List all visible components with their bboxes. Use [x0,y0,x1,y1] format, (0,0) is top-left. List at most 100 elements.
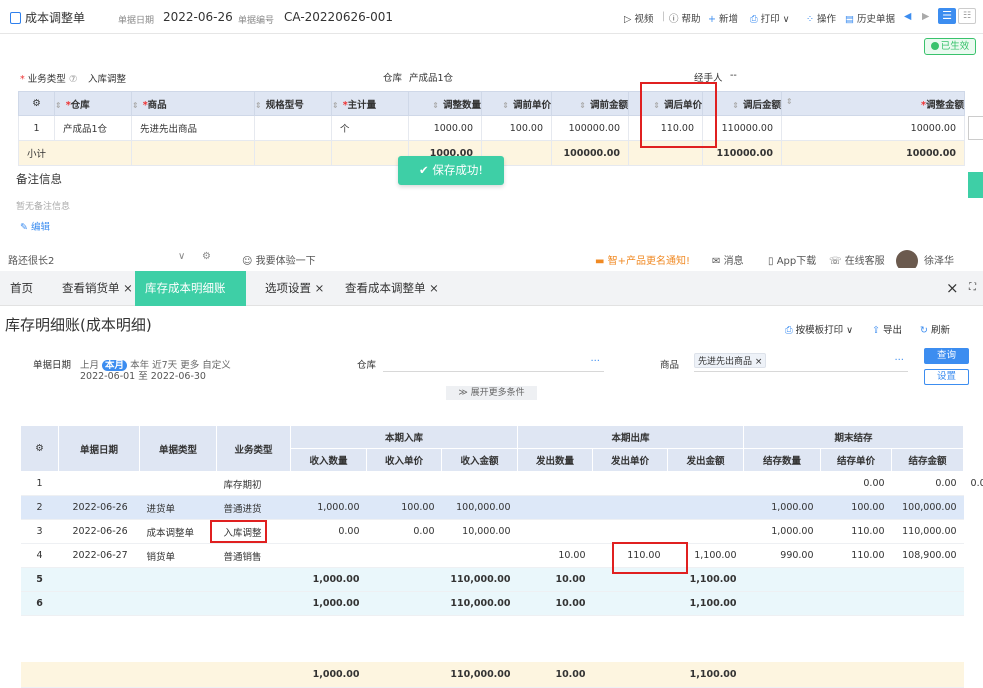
side-tab[interactable] [968,116,983,140]
warehouse-select[interactable]: ··· [383,354,604,372]
settings-gear-icon[interactable]: ⚙ [18,91,55,116]
edit-link[interactable]: ✎ 编辑 [20,219,50,233]
next-icon[interactable]: ▶ [922,11,929,22]
notice-link[interactable]: ▬ 智+产品更名通知! [595,252,690,267]
total-cell-in-amount: 110,000.00 [441,661,518,688]
col-spec[interactable]: ⇕ 规格型号 [254,91,332,116]
col-before-price[interactable]: ⇕ 调前单价 [481,91,552,116]
col-out-amount[interactable]: 发出金额 [667,448,745,472]
user-name[interactable]: 徐泽华 [924,252,954,267]
edit-icon: ✎ [20,222,28,233]
avatar[interactable] [896,250,918,268]
service-link[interactable]: ☏ 在线客服 [829,252,885,267]
col-biz-type[interactable]: 业务类型 [216,425,291,472]
more-icon[interactable]: ··· [894,355,904,366]
date-label: 单据日期 [118,16,155,26]
cell-biz-type: 普通进货 [216,495,291,520]
document-icon [10,12,21,24]
expand-button[interactable]: ≫ 展开更多条件 [446,386,537,400]
close-icon[interactable]: × [755,357,763,367]
table-row[interactable]: 5 1,000.00 110,000.00 10.00 1,100.00 [20,567,964,592]
col-warehouse[interactable]: ⇕ *仓库 [54,91,132,116]
cell-in-amount: 10,000.00 [441,519,518,544]
tab-home[interactable]: 首页 [0,271,43,306]
add-button[interactable]: + 新增 [708,11,738,25]
col-in-qty[interactable]: 收入数量 [290,448,367,472]
table-row[interactable]: 1库存期初0.000.000.00 [20,471,983,496]
tab-cost-adjust[interactable]: 查看成本调整单 × [335,271,449,306]
total-row: 1,000.00 110,000.00 10.00 1,100.00 [20,661,964,688]
refresh-button[interactable]: ↻ 刷新 [920,322,950,336]
cell-product[interactable]: 先进先出商品 [131,115,255,141]
help-button[interactable]: ⓘ 帮助 [669,11,701,25]
row-index: 5 [20,567,59,592]
settings-gear-icon[interactable]: ⚙ [20,425,59,472]
template-print-button[interactable]: ⎙ 按模板打印 ∨ [785,322,853,336]
cell-in-amount [441,471,518,496]
fullscreen-icon[interactable]: ⛶ [969,282,976,293]
settings-button[interactable]: 设置 [924,369,969,385]
col-bal-amount[interactable]: 结存金额 [891,448,965,472]
tab-cost-ledger[interactable]: 库存成本明细账 × [135,271,246,330]
cell-bal-price: 0.00 [820,471,892,496]
message-link[interactable]: ✉ 消息 [712,252,744,267]
close-icon[interactable]: × [315,281,325,295]
col-product[interactable]: ⇕ *商品 [131,91,255,116]
product-select[interactable]: 先进先出商品 × ··· [694,352,908,372]
date-range[interactable]: 2022-06-01 至 2022-06-30 [80,368,206,382]
operate-button[interactable]: ⁘ 操作 [806,11,836,25]
success-toast: ✔ 保存成功! [398,156,504,185]
quick-custom[interactable]: 自定义 [202,360,231,371]
bell-icon: ▬ [595,256,605,267]
experience-link[interactable]: ☺ 我要体验一下 [242,252,316,267]
col-bal-price[interactable]: 结存单价 [820,448,893,472]
export-button[interactable]: ⇪ 导出 [872,322,902,336]
col-out-price[interactable]: 发出单价 [592,448,669,472]
table-row[interactable]: 6 1,000.00 110,000.00 10.00 1,100.00 [20,591,964,616]
col-out-qty[interactable]: 发出数量 [517,448,594,472]
col-date[interactable]: 单据日期 [58,425,140,472]
printer-icon: ⎙ [750,14,758,25]
row-index: 1 [20,471,59,496]
cell-qty: 1000.00 [408,115,482,141]
video-button[interactable]: ▷ 视频 [624,11,653,25]
print-button[interactable]: ⎙ 打印 ∨ [750,11,790,25]
list-view-icon[interactable]: ☰ [938,8,956,24]
col-adjust-amount[interactable]: ⇕ *调整金额 [781,91,965,116]
history-button[interactable]: ▤ 历史单据 [845,11,895,25]
col-qty[interactable]: ⇕ 调整数量 [408,91,482,116]
cell-bal-amount [891,567,964,592]
col-bal-qty[interactable]: 结存数量 [743,448,822,472]
group-in: 本期入库 [289,425,519,449]
col-in-amount[interactable]: 收入金额 [440,448,519,472]
biz-type-label: * 业务类型 ⑦ [20,74,78,85]
more-icon[interactable]: ··· [590,356,600,367]
row-index: 3 [20,519,59,544]
col-in-price[interactable]: 收入单价 [366,448,442,472]
close-icon[interactable]: × [123,281,133,295]
tab-options[interactable]: 选项设置 × [255,271,334,306]
detail-view-icon[interactable]: ☷ [958,8,976,24]
cell-adjust-amount[interactable]: 10000.00 [781,115,965,141]
table-row[interactable]: 1 产成品1仓 先进先出商品 个 1000.00 100.00 100000.0… [18,115,965,141]
prev-icon[interactable]: ◀ [904,11,911,22]
row-index: 4 [20,543,59,568]
col-doc-type[interactable]: 单据类型 [139,425,217,472]
table-row[interactable]: 3 2022-06-26 成本调整单 入库调整 0.00 0.00 10,000.00 1,0… [20,519,964,544]
side-tab-active[interactable] [968,172,983,198]
app-link[interactable]: ▯ App下载 [768,252,816,267]
cell-unit[interactable]: 个 [331,115,409,141]
cell-bal-qty [743,567,821,592]
col-unit[interactable]: ⇕ *主计量 [331,91,409,116]
close-icon[interactable]: × [429,281,439,295]
table-row[interactable]: 4 2022-06-27 销货单 普通销售 10.00 110.00 1,100.00 990… [20,543,964,568]
query-button[interactable]: 查询 [924,348,969,364]
divider: | [662,11,666,22]
table-row[interactable]: 2 2022-06-26 进货单 普通进货 1,000.00 100.00 100,000.… [20,495,964,520]
cell-biz-type [216,567,291,592]
tab-sales[interactable]: 查看销货单 × [52,271,143,306]
cell-warehouse[interactable]: 产成品1仓 [54,115,132,141]
cell-biz-type [216,591,291,616]
col-before-amount[interactable]: ⇕ 调前金额 [551,91,629,116]
close-all-icon[interactable]: × [946,279,959,297]
